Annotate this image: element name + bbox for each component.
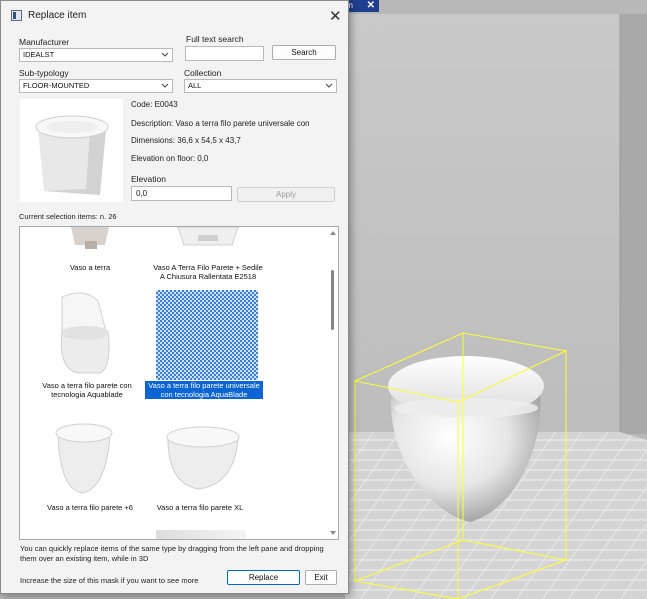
product-description: Description: Vaso a terra filo parete un… [131, 119, 310, 128]
items-gallery[interactable]: Vaso a terra Vaso A Terra Filo Parete + … [19, 226, 339, 540]
fulltext-label: Full text search [186, 34, 244, 44]
close-icon[interactable]: ✕ [367, 0, 375, 12]
subtypology-select[interactable]: FLOOR-MOUNTED [19, 79, 173, 93]
scroll-up-icon[interactable] [330, 231, 336, 235]
title-bar[interactable]: Replace item ✕ [1, 1, 348, 31]
item-thumbnail [156, 530, 246, 539]
item-caption: Vaso a terra [69, 263, 111, 272]
item-caption: Vaso a terra filo parete universale con … [145, 381, 263, 399]
item-thumbnail [48, 289, 120, 377]
item-caption: Vaso a terra filo parete XL [156, 503, 244, 512]
search-button[interactable]: Search [272, 45, 336, 60]
chevron-down-icon [325, 83, 333, 88]
manufacturer-select[interactable]: IDEALST [19, 48, 173, 62]
close-button[interactable]: ✕ [329, 7, 342, 25]
gallery-scrollbar[interactable] [327, 227, 338, 539]
product-code: Code: E0043 [131, 100, 178, 109]
chevron-down-icon [161, 52, 169, 57]
selected-item-thumbnail [156, 290, 258, 380]
item-caption: Vaso A Terra Filo Parete + Sedile A Chiu… [153, 263, 263, 281]
list-item[interactable]: Vaso a terra filo parete con tecnologia … [32, 381, 142, 399]
item-caption: Vaso a terra filo parete +6 [47, 503, 133, 512]
list-item-selected[interactable]: Vaso a terra filo parete universale con … [145, 381, 263, 399]
product-preview-image [20, 99, 123, 202]
subtypology-value: FLOOR-MOUNTED [23, 81, 90, 90]
collection-label: Collection [184, 68, 222, 78]
item-thumbnail [168, 227, 248, 249]
scroll-down-icon[interactable] [330, 531, 336, 535]
elevation-input[interactable]: 0,0 [131, 186, 232, 201]
subtypology-label: Sub-typology [19, 68, 69, 78]
manufacturer-label: Manufacturer [19, 37, 70, 47]
list-item[interactable]: Vaso a terra filo parete +6 [35, 503, 145, 512]
fulltext-search-input[interactable] [185, 46, 264, 61]
list-item[interactable]: Vaso A Terra Filo Parete + Sedile A Chiu… [153, 263, 263, 281]
size-hint-text: Increase the size of this mask if you wa… [20, 576, 199, 585]
selection-count: Current selection items: n. 26 [19, 212, 117, 221]
item-thumbnail [48, 413, 120, 497]
apply-button[interactable]: Apply [237, 187, 335, 202]
item-thumbnail [158, 413, 248, 497]
window-icon [11, 10, 22, 21]
dialog-title: Replace item [28, 10, 87, 21]
scrollbar-thumb[interactable] [331, 270, 334, 330]
exit-button[interactable]: Exit [305, 570, 337, 585]
replace-button[interactable]: Replace [227, 570, 300, 585]
item-thumbnail [65, 227, 115, 251]
product-dimensions: Dimensions: 36,6 x 54,5 x 43,7 [131, 136, 241, 145]
manufacturer-value: IDEALST [23, 50, 55, 59]
elevation-label: Elevation [131, 174, 166, 184]
collection-value: ALL [188, 81, 202, 90]
collection-select[interactable]: ALL [184, 79, 337, 93]
replace-item-dialog: Replace item ✕ Manufacturer IDEALST Full… [0, 0, 349, 594]
list-item[interactable]: Vaso a terra [35, 263, 145, 272]
drag-hint-text: You can quickly replace items of the sam… [20, 544, 324, 563]
item-caption: Vaso a terra filo parete con tecnologia … [42, 381, 132, 399]
list-item[interactable]: Vaso a terra filo parete XL [145, 503, 255, 512]
elevation-on-floor: Elevation on floor: 0,0 [131, 154, 209, 163]
chevron-down-icon [161, 83, 169, 88]
